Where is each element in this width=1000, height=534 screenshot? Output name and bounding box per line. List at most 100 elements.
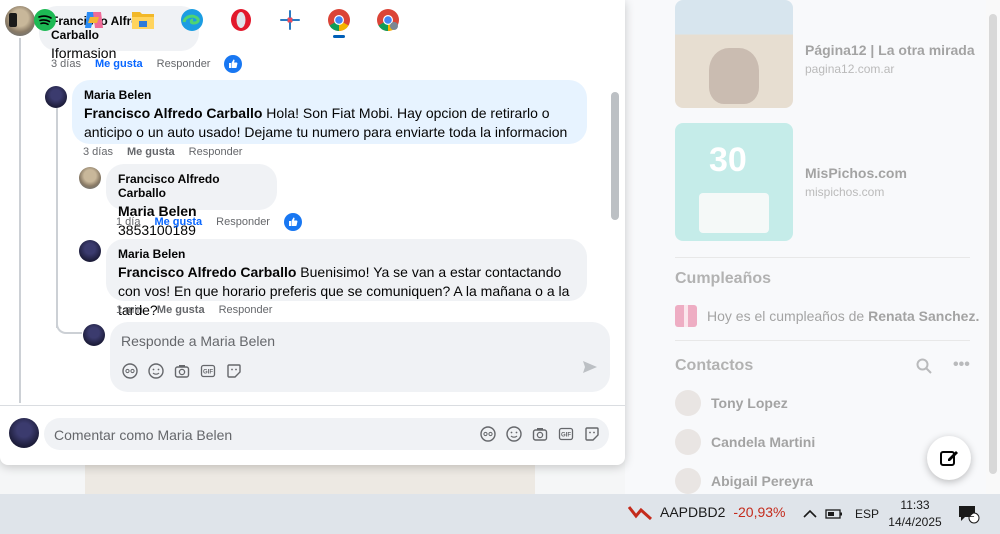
avatar[interactable] xyxy=(45,86,67,108)
divider xyxy=(675,257,970,258)
language-indicator[interactable]: ESP xyxy=(855,494,879,534)
ad-image xyxy=(675,0,793,108)
edge-icon[interactable] xyxy=(178,6,206,34)
sponsored-ad-mispichos[interactable]: 30 MisPichos.com mispichos.com xyxy=(675,123,975,241)
avatar-sticker-icon[interactable] xyxy=(121,362,139,380)
windows-taskbar xyxy=(0,494,1000,534)
birthday-item[interactable]: Hoy es el cumpleaños de Renata Sanchez. xyxy=(675,305,979,327)
like-button[interactable]: Me gusta xyxy=(95,58,143,70)
stock-widget[interactable]: AAPDBD2 -20,93% xyxy=(628,504,786,520)
dialog-scrollbar[interactable] xyxy=(611,92,619,220)
comment-time[interactable]: 1 min xyxy=(116,304,143,316)
gift-icon xyxy=(675,305,697,327)
opera-icon[interactable] xyxy=(227,6,255,34)
contact-name: Tony Lopez xyxy=(711,395,788,411)
sponsored-ad-pagina12[interactable]: Página12 | La otra mirada pagina12.com.a… xyxy=(675,0,975,108)
send-icon[interactable] xyxy=(582,359,598,380)
avatar[interactable] xyxy=(79,240,101,262)
ad-promo-number: 30 xyxy=(709,141,747,179)
gif-icon[interactable]: GIF xyxy=(557,425,575,443)
comment-bubble: Maria Belen Francisco Alfredo Carballo H… xyxy=(72,80,587,144)
avatar-sticker-icon[interactable] xyxy=(479,425,497,443)
clock[interactable]: 11:33 14/4/2025 xyxy=(880,497,950,531)
comment-author[interactable]: Maria Belen xyxy=(118,247,575,261)
reply-button[interactable]: Responder xyxy=(157,58,211,70)
comment-bubble: Francisco Alfredo Carballo Maria Belen 3… xyxy=(106,164,277,238)
comment-author[interactable]: Francisco Alfredo Carballo xyxy=(118,172,265,200)
clock-time: 11:33 xyxy=(900,498,930,512)
like-button[interactable]: Me gusta xyxy=(127,146,175,158)
new-message-button[interactable] xyxy=(927,436,971,480)
like-button[interactable]: Me gusta xyxy=(157,304,205,316)
comment-actions: 1 min Me gusta Responder xyxy=(116,304,272,316)
like-button[interactable]: Me gusta xyxy=(154,216,202,228)
file-explorer-icon[interactable] xyxy=(129,6,157,34)
avatar xyxy=(9,418,39,448)
chrome-icon[interactable] xyxy=(325,6,353,38)
copilot-icon[interactable] xyxy=(80,6,108,34)
reply-tools: GIF xyxy=(121,362,243,380)
app-icon[interactable] xyxy=(276,6,304,34)
emoji-icon[interactable] xyxy=(505,425,523,443)
contact-item[interactable]: Abigail Pereyra xyxy=(675,468,813,494)
emoji-icon[interactable] xyxy=(147,362,165,380)
thread-connector xyxy=(56,318,82,334)
compose-icon xyxy=(940,451,958,466)
notifications-icon[interactable]: 2 xyxy=(958,494,980,534)
contact-item[interactable]: Tony Lopez xyxy=(675,390,788,416)
stock-trend-icon xyxy=(628,506,652,520)
contacts-search-icon[interactable] xyxy=(916,358,932,379)
comment-actions: 1 día Me gusta Responder xyxy=(116,213,302,231)
thread-line xyxy=(19,38,21,403)
reply-placeholder: Responde a Maria Belen xyxy=(121,333,276,349)
comment-input[interactable]: Comentar como Maria Belen GIF xyxy=(44,418,609,450)
spotify-icon[interactable] xyxy=(31,6,59,34)
reply-button[interactable]: Responder xyxy=(216,216,270,228)
svg-text:GIF: GIF xyxy=(203,370,213,376)
taskbar-app-icon[interactable] xyxy=(0,6,22,34)
comment-actions: 3 días Me gusta Responder xyxy=(83,146,242,158)
camera-icon[interactable] xyxy=(173,362,191,380)
avatar xyxy=(83,324,105,346)
comment-time[interactable]: 1 día xyxy=(116,216,140,228)
like-reaction-icon[interactable] xyxy=(283,213,302,231)
comment-time[interactable]: 3 días xyxy=(51,58,81,70)
like-reaction-icon[interactable] xyxy=(224,55,243,73)
divider xyxy=(675,340,970,341)
camera-icon[interactable] xyxy=(531,425,549,443)
chrome-profile-icon[interactable] xyxy=(374,6,402,34)
contact-item[interactable]: Candela Martini xyxy=(675,429,815,455)
ad-title: Página12 | La otra mirada xyxy=(805,42,975,58)
gif-icon[interactable]: GIF xyxy=(199,362,217,380)
sticker-icon[interactable] xyxy=(583,425,601,443)
comment-mention[interactable]: Francisco Alfredo Carballo xyxy=(84,105,262,121)
contact-name: Abigail Pereyra xyxy=(711,473,813,489)
battery-plugged-icon[interactable] xyxy=(825,494,843,534)
notification-count: 2 xyxy=(969,509,975,520)
show-hidden-icons-chevron-up-icon[interactable] xyxy=(803,494,817,534)
clock-date: 14/4/2025 xyxy=(888,515,942,529)
birthdays-title: Cumpleaños xyxy=(675,270,772,287)
sticker-icon[interactable] xyxy=(225,362,243,380)
svg-text:GIF: GIF xyxy=(561,433,571,439)
comment-tools: GIF xyxy=(479,425,601,443)
background-post-image xyxy=(85,465,535,494)
ad-image: 30 xyxy=(675,123,793,241)
comment-time[interactable]: 3 días xyxy=(83,146,113,158)
comment-bubble: Francisco Alfredo Carballo Iformasion xyxy=(39,6,199,61)
avatar[interactable] xyxy=(79,167,101,189)
contacts-more-icon[interactable]: ••• xyxy=(953,356,970,374)
reply-button[interactable]: Responder xyxy=(219,304,273,316)
reply-input[interactable]: Responde a Maria Belen GIF xyxy=(110,322,610,392)
comment-author[interactable]: Francisco Alfredo Carballo xyxy=(51,14,187,42)
page-scrollbar[interactable] xyxy=(986,0,1000,494)
ad-title: MisPichos.com xyxy=(805,165,907,181)
reply-button[interactable]: Responder xyxy=(189,146,243,158)
comment-mention[interactable]: Francisco Alfredo Carballo xyxy=(118,264,296,280)
thread-line xyxy=(56,108,58,328)
ad-url: mispichos.com xyxy=(805,185,885,199)
contacts-title: Contactos xyxy=(675,357,754,374)
comment-actions: 3 días Me gusta Responder xyxy=(51,55,243,73)
birthday-name[interactable]: Renata Sanchez. xyxy=(868,308,979,324)
comment-author[interactable]: Maria Belen xyxy=(84,88,575,102)
